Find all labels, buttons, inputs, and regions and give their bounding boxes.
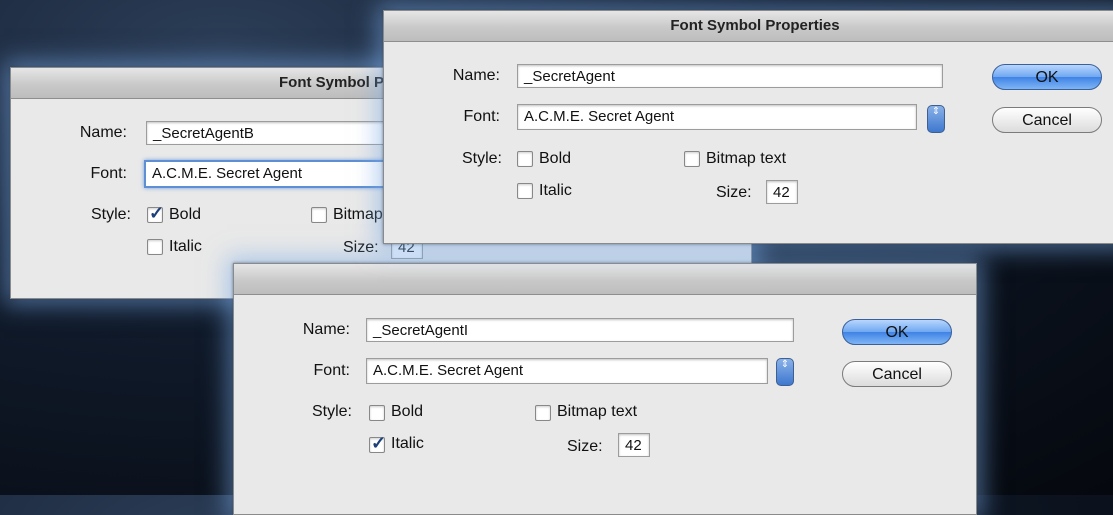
bold-checkbox-label: Bold bbox=[391, 403, 424, 420]
cancel-button[interactable]: Cancel bbox=[992, 107, 1102, 133]
dialog-titlebar bbox=[234, 264, 976, 295]
style-label: Style: bbox=[461, 150, 502, 167]
bitmap-text-checkbox[interactable] bbox=[535, 405, 551, 421]
bitmap-text-label: Bitmap text bbox=[557, 403, 638, 420]
italic-checkbox[interactable] bbox=[517, 183, 533, 199]
bold-checkbox-label: Bold bbox=[169, 206, 202, 223]
size-label: Size: bbox=[567, 438, 603, 455]
bitmap-text-checkbox[interactable] bbox=[684, 151, 700, 167]
name-field[interactable]: _SecretAgentI bbox=[366, 318, 794, 342]
checkmark-icon: ✓ bbox=[149, 203, 165, 223]
size-label: Size: bbox=[716, 184, 752, 201]
name-field[interactable]: _SecretAgent bbox=[517, 64, 943, 88]
italic-checkbox-label: Italic bbox=[391, 435, 424, 452]
name-field[interactable]: _SecretAgentB bbox=[146, 121, 396, 145]
font-stepper-icon[interactable]: ⇕ bbox=[927, 105, 945, 133]
italic-checkbox-label: Italic bbox=[539, 182, 572, 199]
style-label: Style: bbox=[311, 403, 352, 420]
font-label: Font: bbox=[313, 362, 350, 379]
ok-button[interactable]: OK bbox=[842, 319, 952, 345]
font-label: Font: bbox=[90, 165, 127, 182]
italic-checkbox-label: Italic bbox=[169, 238, 202, 255]
bitmap-text-label: Bitmap text bbox=[706, 150, 787, 167]
bold-checkbox[interactable] bbox=[369, 405, 385, 421]
italic-checkbox[interactable] bbox=[147, 239, 163, 255]
cancel-button[interactable]: Cancel bbox=[842, 361, 952, 387]
style-label: Style: bbox=[90, 206, 131, 223]
bold-checkbox-label: Bold bbox=[539, 150, 572, 167]
size-field[interactable]: 42 bbox=[766, 180, 798, 204]
font-stepper-icon[interactable]: ⇕ bbox=[776, 358, 794, 386]
font-field[interactable]: A.C.M.E. Secret Agent bbox=[366, 358, 768, 384]
font-symbol-dialog-italic: Name: _SecretAgentI Font: A.C.M.E. Secre… bbox=[233, 263, 977, 515]
bold-checkbox[interactable]: ✓ bbox=[147, 203, 164, 223]
size-field[interactable]: 42 bbox=[618, 433, 650, 457]
ok-button[interactable]: OK bbox=[992, 64, 1102, 90]
font-symbol-dialog-regular: Font Symbol Properties Name: _SecretAgen… bbox=[383, 10, 1113, 244]
font-field[interactable]: A.C.M.E. Secret Agent bbox=[517, 104, 917, 130]
font-field[interactable]: A.C.M.E. Secret Agent bbox=[144, 160, 396, 188]
bitmap-text-checkbox[interactable] bbox=[311, 207, 327, 223]
dialog-title: Font Symbol Properties bbox=[384, 11, 1113, 42]
bold-checkbox[interactable] bbox=[517, 151, 533, 167]
name-label: Name: bbox=[452, 67, 500, 84]
checkmark-icon: ✓ bbox=[371, 433, 387, 453]
font-label: Font: bbox=[463, 108, 500, 125]
italic-checkbox[interactable]: ✓ bbox=[369, 433, 386, 453]
size-label: Size: bbox=[343, 239, 379, 256]
name-label: Name: bbox=[79, 124, 127, 141]
name-label: Name: bbox=[302, 321, 350, 338]
